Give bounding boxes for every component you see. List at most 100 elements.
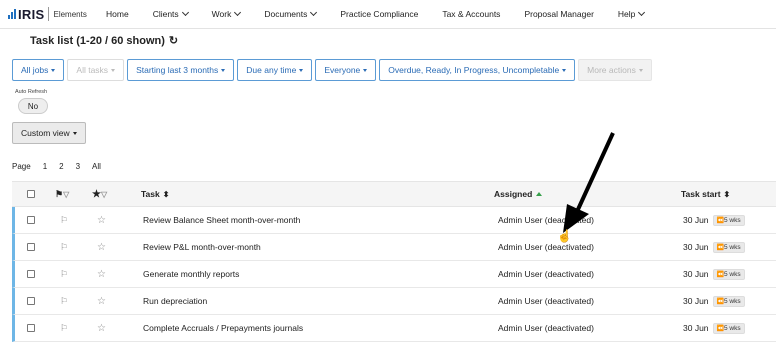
- column-header-assigned[interactable]: Assigned: [494, 182, 543, 206]
- task-name[interactable]: Run depreciation: [143, 296, 207, 306]
- rewind-icon: ⏪: [716, 298, 725, 305]
- table-header: ⚑ ▽ ★ ▽ Task ⬍ Assigned Task start ⬍: [12, 181, 776, 207]
- table-row[interactable]: ⚐ ☆ Review P&L month-over-month Admin User …: [12, 234, 776, 261]
- table-row[interactable]: ⚐ ☆ Review Balance Sheet month-over-month A…: [12, 207, 776, 234]
- table-row[interactable]: ⚐ ☆ Generate monthly reports Admin User (de…: [12, 261, 776, 288]
- task-name[interactable]: Review P&L month-over-month: [143, 242, 261, 252]
- chevron-down-icon: [310, 8, 318, 17]
- filter-button-all-tasks[interactable]: All tasks: [67, 59, 125, 81]
- custom-view-label: Custom view: [21, 128, 70, 138]
- flag-icon[interactable]: ⚐: [60, 215, 68, 226]
- nav-item-clients[interactable]: Clients: [141, 8, 200, 19]
- task-name[interactable]: Review Balance Sheet month-over-month: [143, 215, 300, 225]
- task-start-date: 30 Jun: [683, 215, 709, 225]
- column-header-task-start[interactable]: Task start ⬍: [681, 182, 730, 206]
- auto-refresh-label: Auto Refresh: [15, 89, 48, 95]
- sort-icon: ⬍: [723, 189, 731, 199]
- row-checkbox[interactable]: [27, 324, 35, 332]
- page-link-1[interactable]: 1: [43, 162, 47, 171]
- star-icon[interactable]: ☆: [97, 242, 106, 253]
- assigned-user: Admin User (deactivated): [498, 296, 594, 306]
- auto-refresh-toggle[interactable]: No: [18, 98, 48, 114]
- star-icon[interactable]: ☆: [97, 296, 106, 307]
- filter-button-overdue-ready-in-progress-uncompletable[interactable]: Overdue, Ready, In Progress, Uncompletab…: [379, 59, 576, 81]
- caret-down-icon: [51, 68, 56, 72]
- star-icon[interactable]: ☆: [97, 269, 106, 280]
- star-icon[interactable]: ☆: [97, 323, 106, 334]
- task-start-date: 30 Jun: [683, 323, 709, 333]
- page-title: Task list (1-20 / 60 shown) ↻: [30, 34, 178, 48]
- page-link-2[interactable]: 2: [59, 162, 63, 171]
- filter-icon[interactable]: ▽: [63, 190, 69, 199]
- nav-item-label: Help: [617, 9, 636, 19]
- flag-icon[interactable]: ⚐: [60, 242, 68, 253]
- row-checkbox[interactable]: [27, 243, 35, 251]
- star-icon[interactable]: ☆: [97, 215, 106, 226]
- nav-item-label: Proposal Manager: [524, 9, 594, 19]
- custom-view-button[interactable]: Custom view: [12, 122, 86, 144]
- table-row[interactable]: ⚐ ☆ Complete Accruals / Prepayments journa…: [12, 315, 776, 342]
- annotation-arrow-icon: [563, 132, 615, 233]
- select-all-checkbox[interactable]: [27, 190, 35, 198]
- task-name[interactable]: Generate monthly reports: [143, 269, 239, 279]
- flag-column-icon[interactable]: ⚑: [55, 189, 63, 200]
- page-link-3[interactable]: 3: [76, 162, 80, 171]
- nav-item-proposal-manager[interactable]: Proposal Manager: [512, 9, 605, 19]
- star-column-icon[interactable]: ★: [92, 189, 101, 200]
- rewind-icon: ⏪: [716, 244, 725, 251]
- filter-button-label: Everyone: [324, 65, 361, 75]
- pagination: Page 1 2 3 All: [12, 162, 113, 171]
- refresh-icon[interactable]: ↻: [169, 34, 178, 47]
- iris-logo[interactable]: IRIS Elements: [8, 7, 94, 22]
- row-checkbox[interactable]: [27, 297, 35, 305]
- weeks-badge: ⏪ 5 wks: [712, 322, 745, 334]
- nav-item-practice-compliance[interactable]: Practice Compliance: [328, 9, 430, 19]
- chevron-down-icon: [234, 8, 242, 17]
- flag-icon[interactable]: ⚐: [60, 269, 68, 280]
- task-name[interactable]: Complete Accruals / Prepayments journals: [143, 323, 303, 333]
- filter-button-label: Overdue, Ready, In Progress, Uncompletab…: [388, 65, 560, 75]
- nav-item-label: Work: [211, 9, 232, 19]
- nav-item-label: Clients: [152, 9, 179, 19]
- filter-button-starting-last-3-months[interactable]: Starting last 3 months: [127, 59, 235, 81]
- filter-button-all-jobs[interactable]: All jobs: [12, 59, 65, 81]
- sort-ascending-icon: [536, 192, 543, 196]
- rewind-icon: ⏪: [716, 325, 725, 332]
- filter-icon[interactable]: ▽: [101, 190, 107, 199]
- nav-item-home[interactable]: Home: [94, 9, 141, 19]
- filter-button-label: All jobs: [21, 65, 49, 75]
- filter-button-label: More actions: [587, 65, 636, 75]
- assigned-user: Admin User (deactivated): [498, 323, 594, 333]
- flag-icon[interactable]: ⚐: [60, 296, 68, 307]
- caret-down-icon: [363, 68, 368, 72]
- rewind-icon: ⏪: [716, 217, 725, 224]
- column-header-task[interactable]: Task ⬍: [141, 182, 169, 206]
- brand-name: IRIS: [18, 6, 45, 22]
- page-title-text: Task list (1-20 / 60 shown): [30, 34, 165, 47]
- caret-down-icon: [111, 68, 116, 72]
- brand-product: Elements: [53, 9, 87, 19]
- flag-icon[interactable]: ⚐: [60, 323, 68, 334]
- caret-down-icon: [638, 68, 643, 72]
- task-start-date: 30 Jun: [683, 269, 709, 279]
- row-checkbox[interactable]: [27, 216, 35, 224]
- nav-item-tax-accounts[interactable]: Tax & Accounts: [430, 9, 512, 19]
- filter-button-everyone[interactable]: Everyone: [315, 59, 377, 81]
- page-link-all[interactable]: All: [92, 162, 101, 171]
- filter-button-more-actions[interactable]: More actions: [578, 59, 652, 81]
- rewind-icon: ⏪: [716, 271, 725, 278]
- assigned-user: Admin User (deactivated): [498, 242, 594, 252]
- nav-item-help[interactable]: Help: [606, 8, 656, 19]
- filter-button-label: Due any time: [246, 65, 297, 75]
- assigned-user: Admin User (deactivated): [498, 269, 594, 279]
- caret-down-icon: [299, 68, 304, 72]
- row-checkbox[interactable]: [27, 270, 35, 278]
- nav-item-documents[interactable]: Documents: [252, 8, 328, 19]
- chevron-down-icon: [181, 8, 189, 17]
- filter-button-due-any-time[interactable]: Due any time: [237, 59, 313, 81]
- table-row[interactable]: ⚐ ☆ Run depreciation Admin User (deactivate…: [12, 288, 776, 315]
- nav-item-work[interactable]: Work: [200, 8, 253, 19]
- weeks-badge: ⏪ 5 wks: [712, 295, 745, 307]
- logo-divider: [48, 7, 50, 21]
- nav-item-label: Tax & Accounts: [442, 9, 501, 19]
